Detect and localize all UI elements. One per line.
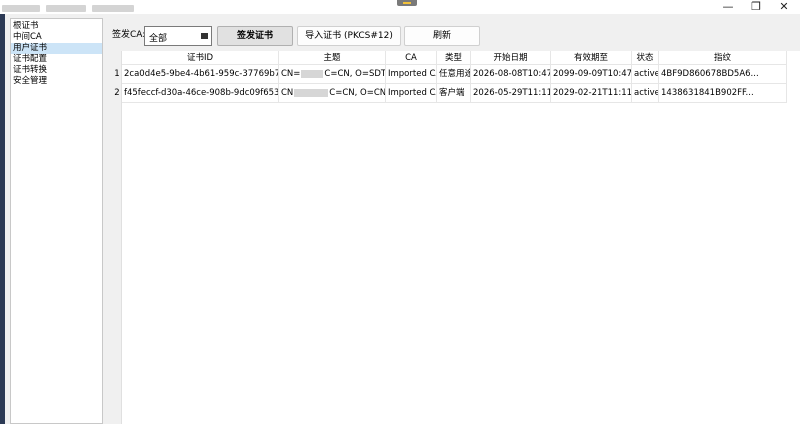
subject-suffix: C=CN, O=CNS — [329, 88, 386, 98]
table-cell-status[interactable]: active — [632, 84, 659, 103]
table-cell-id[interactable]: 2ca0d4e5-9be4-4b61-959c-37769b723a8e — [122, 65, 279, 84]
dropdown-icon — [201, 33, 208, 39]
table-cell-type[interactable]: 任意用途 — [437, 65, 471, 84]
sidebar-item-cert-config[interactable]: 证书配置 — [11, 54, 102, 65]
row-number: 1 — [114, 69, 120, 79]
column-header-ca[interactable]: CA — [386, 51, 437, 65]
sidebar-item-security[interactable]: 安全管理 — [11, 76, 102, 87]
sidebar-item-intermediate-ca[interactable]: 中间CA — [11, 32, 102, 43]
table-cell-id[interactable]: f45feccf-d30a-46ce-908b-9dc09f65326a — [122, 84, 279, 103]
refresh-button[interactable]: 刷新 — [404, 26, 480, 46]
window-left-edge — [0, 14, 5, 424]
table-cell-subject[interactable]: CN= C=CN, O=SDT — [279, 65, 386, 84]
title-bar: — ❐ ✕ — [0, 0, 800, 14]
table-cell-start[interactable]: 2026-08-08T10:47:02 — [471, 65, 551, 84]
column-header-subject[interactable]: 主题 — [279, 51, 386, 65]
table-cell-ca[interactable]: Imported CA — [386, 84, 437, 103]
sidebar-item-user-cert[interactable]: 用户证书 — [11, 43, 102, 54]
table-cell-fingerprint[interactable]: 1438631841B902FF... — [659, 84, 787, 103]
window-title-redacted — [2, 5, 40, 12]
redacted-block — [301, 69, 324, 78]
column-header-expires[interactable]: 有效期至 — [551, 51, 632, 65]
window-title-redacted — [92, 5, 134, 12]
table-cell-subject[interactable]: CN C=CN, O=CNS — [279, 84, 386, 103]
row-number: 2 — [114, 88, 120, 98]
table-cell-expires[interactable]: 2029-02-21T11:11:33 — [551, 84, 632, 103]
table-cell-expires[interactable]: 2099-09-09T10:47:02 — [551, 65, 632, 84]
table-cell-type[interactable]: 客户端 — [437, 84, 471, 103]
issuer-ca-label: 签发CA: — [112, 30, 146, 40]
subject-prefix: CN= — [281, 69, 301, 79]
issuer-ca-value: 全部 — [149, 34, 168, 44]
redacted-block — [294, 88, 329, 97]
subject-prefix: CN — [281, 88, 294, 98]
sidebar-item-root-cert[interactable]: 根证书 — [11, 21, 102, 32]
subject-suffix: C=CN, O=SDT — [324, 69, 386, 79]
table-cell-status[interactable]: active — [632, 65, 659, 84]
column-header-type[interactable]: 类型 — [437, 51, 471, 65]
import-pkcs12-button[interactable]: 导入证书 (PKCS#12) — [297, 26, 401, 46]
restore-icon[interactable]: ❐ — [742, 0, 770, 14]
column-header-id[interactable]: 证书ID — [122, 51, 279, 65]
issuer-ca-select[interactable]: 全部 — [144, 26, 212, 46]
row-header-column — [112, 51, 122, 424]
sidebar-nav: 根证书 中间CA 用户证书 证书配置 证书转换 安全管理 — [10, 18, 103, 424]
column-header-start[interactable]: 开始日期 — [471, 51, 551, 65]
sidebar-item-cert-convert[interactable]: 证书转换 — [11, 65, 102, 76]
table-cell-ca[interactable]: Imported CA — [386, 65, 437, 84]
minimize-icon[interactable]: — — [714, 0, 742, 14]
table-cell-start[interactable]: 2026-05-29T11:11:33 — [471, 84, 551, 103]
app-thumbnail-icon — [397, 0, 417, 6]
cert-table — [112, 51, 800, 424]
column-header-status[interactable]: 状态 — [632, 51, 659, 65]
window-title-redacted — [46, 5, 86, 12]
table-cell-fingerprint[interactable]: 4BF9D860678BD5A6... — [659, 65, 787, 84]
close-icon[interactable]: ✕ — [770, 0, 798, 14]
column-header-fingerprint[interactable]: 指纹 — [659, 51, 787, 65]
issue-cert-button[interactable]: 签发证书 — [217, 26, 293, 46]
